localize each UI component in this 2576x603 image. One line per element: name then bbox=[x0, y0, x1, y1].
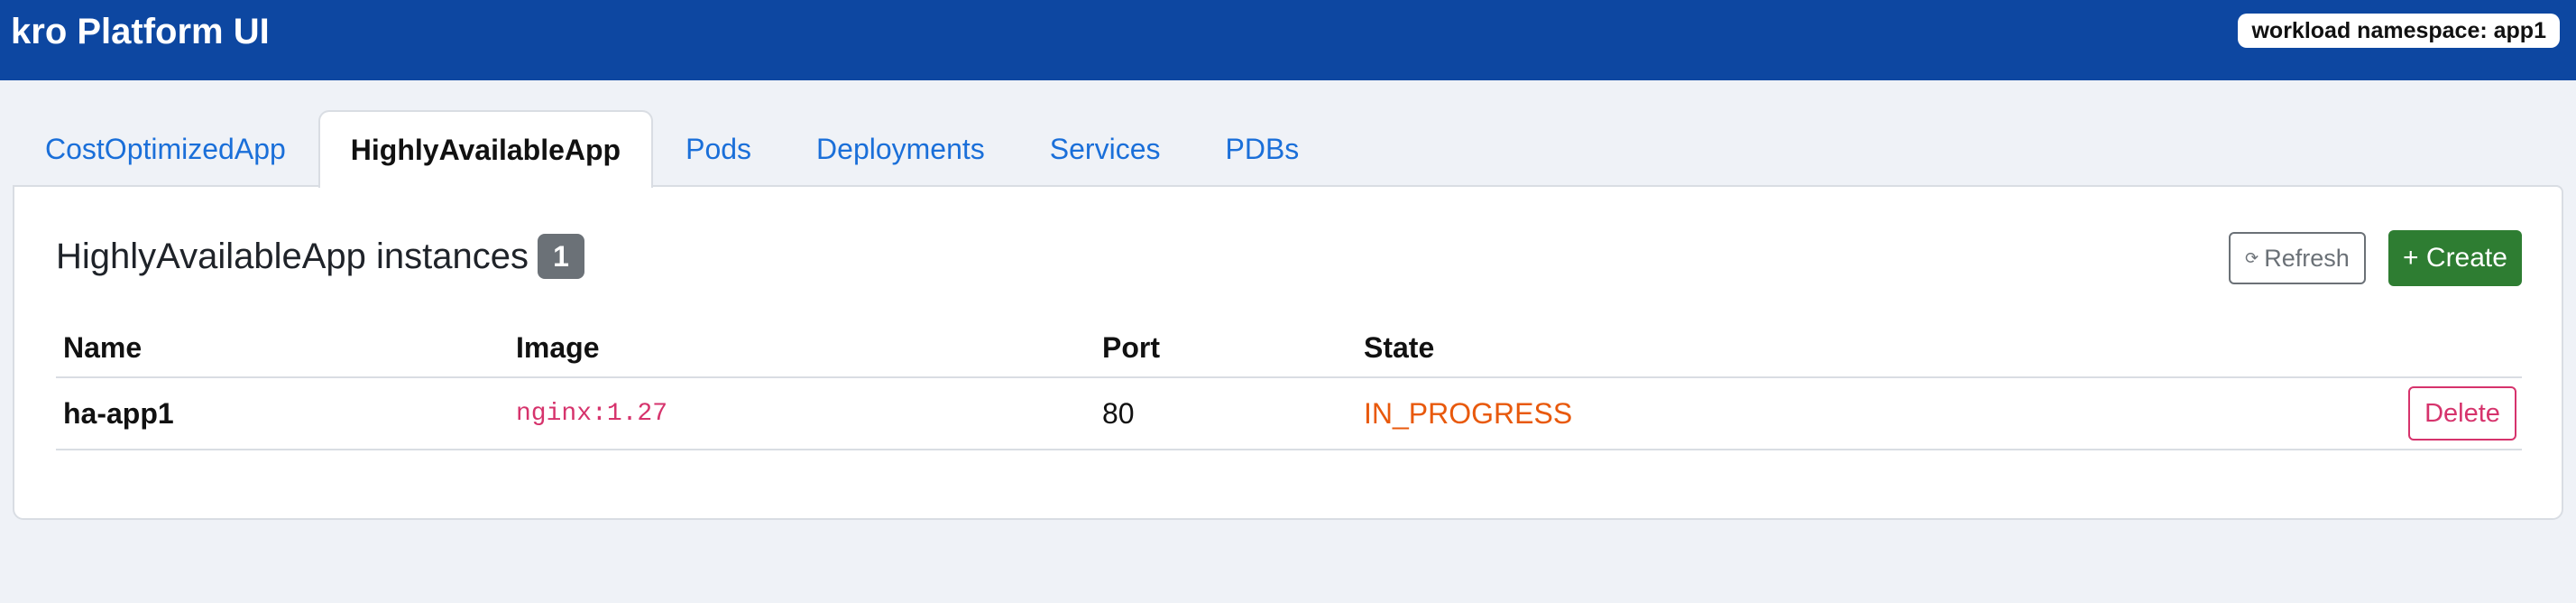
column-header-state: State bbox=[1364, 330, 1435, 364]
delete-button[interactable]: Delete bbox=[2408, 386, 2516, 441]
instance-image: nginx:1.27 bbox=[516, 399, 668, 428]
instances-table: Name Image Port State ha-app1 nginx:1.27… bbox=[56, 319, 2522, 450]
tab-deployments[interactable]: Deployments bbox=[784, 110, 1017, 186]
tab-services[interactable]: Services bbox=[1017, 110, 1193, 186]
refresh-button[interactable]: ⟳ Refresh bbox=[2229, 232, 2366, 284]
refresh-button-label: Refresh bbox=[2264, 244, 2350, 272]
tab-pdbs[interactable]: PDBs bbox=[1192, 110, 1331, 186]
top-bar: kro Platform UI workload namespace: app1 bbox=[0, 0, 2576, 80]
panel-title-text: HighlyAvailableApp instances bbox=[56, 237, 529, 276]
panel-title: HighlyAvailableApp instances 1 bbox=[56, 234, 585, 279]
instance-state: IN_PROGRESS bbox=[1364, 396, 1573, 430]
column-header-image: Image bbox=[516, 330, 600, 364]
column-header-port: Port bbox=[1102, 330, 1160, 364]
namespace-badge: workload namespace: app1 bbox=[2238, 14, 2560, 48]
instance-count-badge: 1 bbox=[538, 234, 585, 279]
column-header-name: Name bbox=[63, 330, 143, 364]
table-row: ha-app1 nginx:1.27 80 IN_PROGRESS Delete bbox=[56, 378, 2522, 450]
refresh-icon: ⟳ bbox=[2245, 248, 2259, 267]
create-button[interactable]: + Create bbox=[2388, 230, 2522, 286]
instances-panel: HighlyAvailableApp instances 1 ⟳ Refresh… bbox=[13, 185, 2563, 520]
instance-name: ha-app1 bbox=[63, 396, 174, 430]
instance-port: 80 bbox=[1102, 396, 1135, 430]
tab-bar: CostOptimizedApp HighlyAvailableApp Pods… bbox=[13, 110, 1331, 188]
tab-costoptimizedapp[interactable]: CostOptimizedApp bbox=[13, 110, 318, 186]
table-header: Name Image Port State bbox=[56, 319, 2522, 378]
tab-highlyavailableapp[interactable]: HighlyAvailableApp bbox=[317, 110, 654, 188]
tab-pods[interactable]: Pods bbox=[653, 110, 784, 186]
app-title: kro Platform UI bbox=[11, 12, 270, 51]
